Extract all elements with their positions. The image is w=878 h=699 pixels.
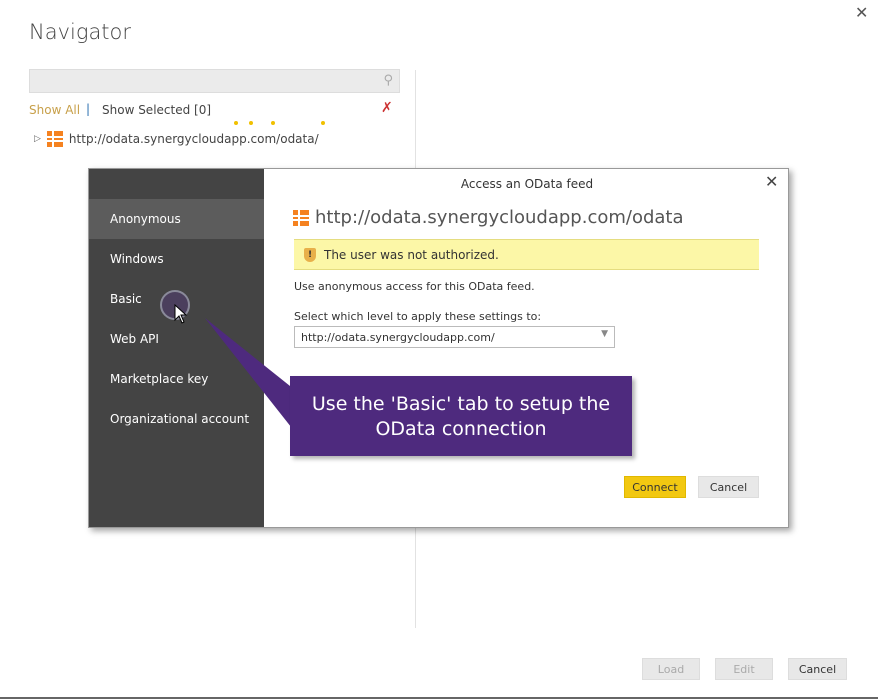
- callout-annotation: Use the 'Basic' tab to setup the OData c…: [290, 376, 632, 456]
- cancel-button[interactable]: Cancel: [788, 658, 847, 680]
- load-button[interactable]: Load: [642, 658, 700, 680]
- edit-button[interactable]: Edit: [715, 658, 773, 680]
- cursor-icon: [174, 304, 188, 324]
- callout-pointer: [205, 318, 295, 432]
